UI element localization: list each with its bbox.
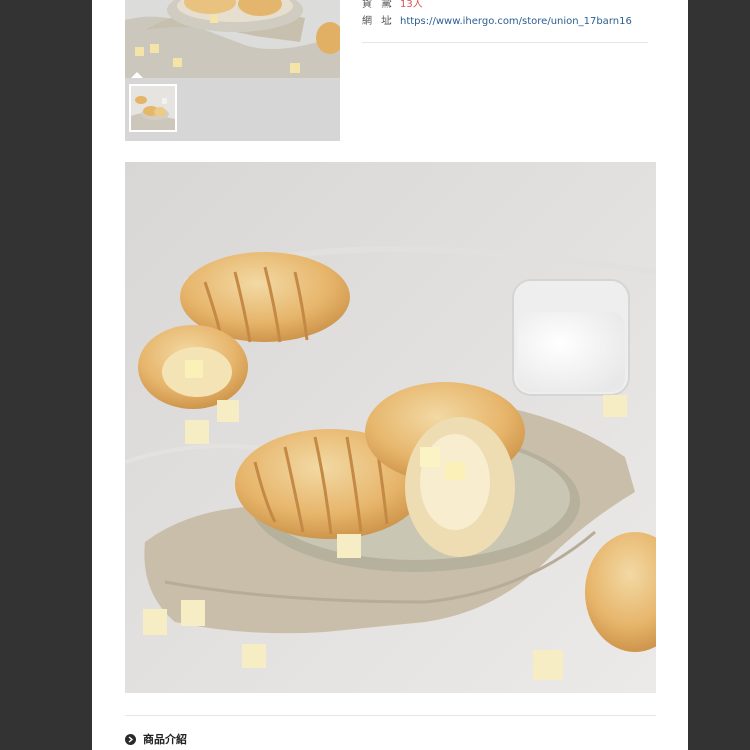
info-row-url: 網 址： https://www.ihergo.com/store/union_1… — [362, 12, 632, 27]
gallery-main-image[interactable] — [125, 0, 340, 78]
info-colon: ： — [388, 16, 398, 27]
gallery-thumbnail[interactable] — [129, 84, 177, 132]
thumbnail-caret — [131, 72, 143, 78]
section-intro-header[interactable]: 商品介紹 — [125, 731, 187, 747]
info-divider — [362, 42, 648, 43]
info-colon: ： — [388, 0, 398, 10]
thumbnail-strip — [125, 72, 340, 141]
section-divider — [125, 715, 656, 716]
info-label: 貨 黨 — [362, 0, 395, 10]
section-title: 商品介紹 — [143, 733, 187, 746]
chevron-right-icon — [125, 733, 136, 745]
info-row-quota: 貨 黨： 13人 — [362, 0, 423, 10]
product-info: 貨 黨： 13人 網 址： https://www.ihergo.com/store… — [362, 0, 652, 44]
product-url-link[interactable]: https://www.ihergo.com/store/union_17bar… — [400, 16, 632, 27]
page-content: 貨 黨： 13人 網 址： https://www.ihergo.com/store… — [92, 0, 688, 750]
info-value: 13人 — [400, 0, 423, 10]
image-gallery — [125, 0, 340, 141]
info-label: 網 址 — [362, 16, 395, 27]
hero-product-image[interactable] — [125, 162, 656, 693]
